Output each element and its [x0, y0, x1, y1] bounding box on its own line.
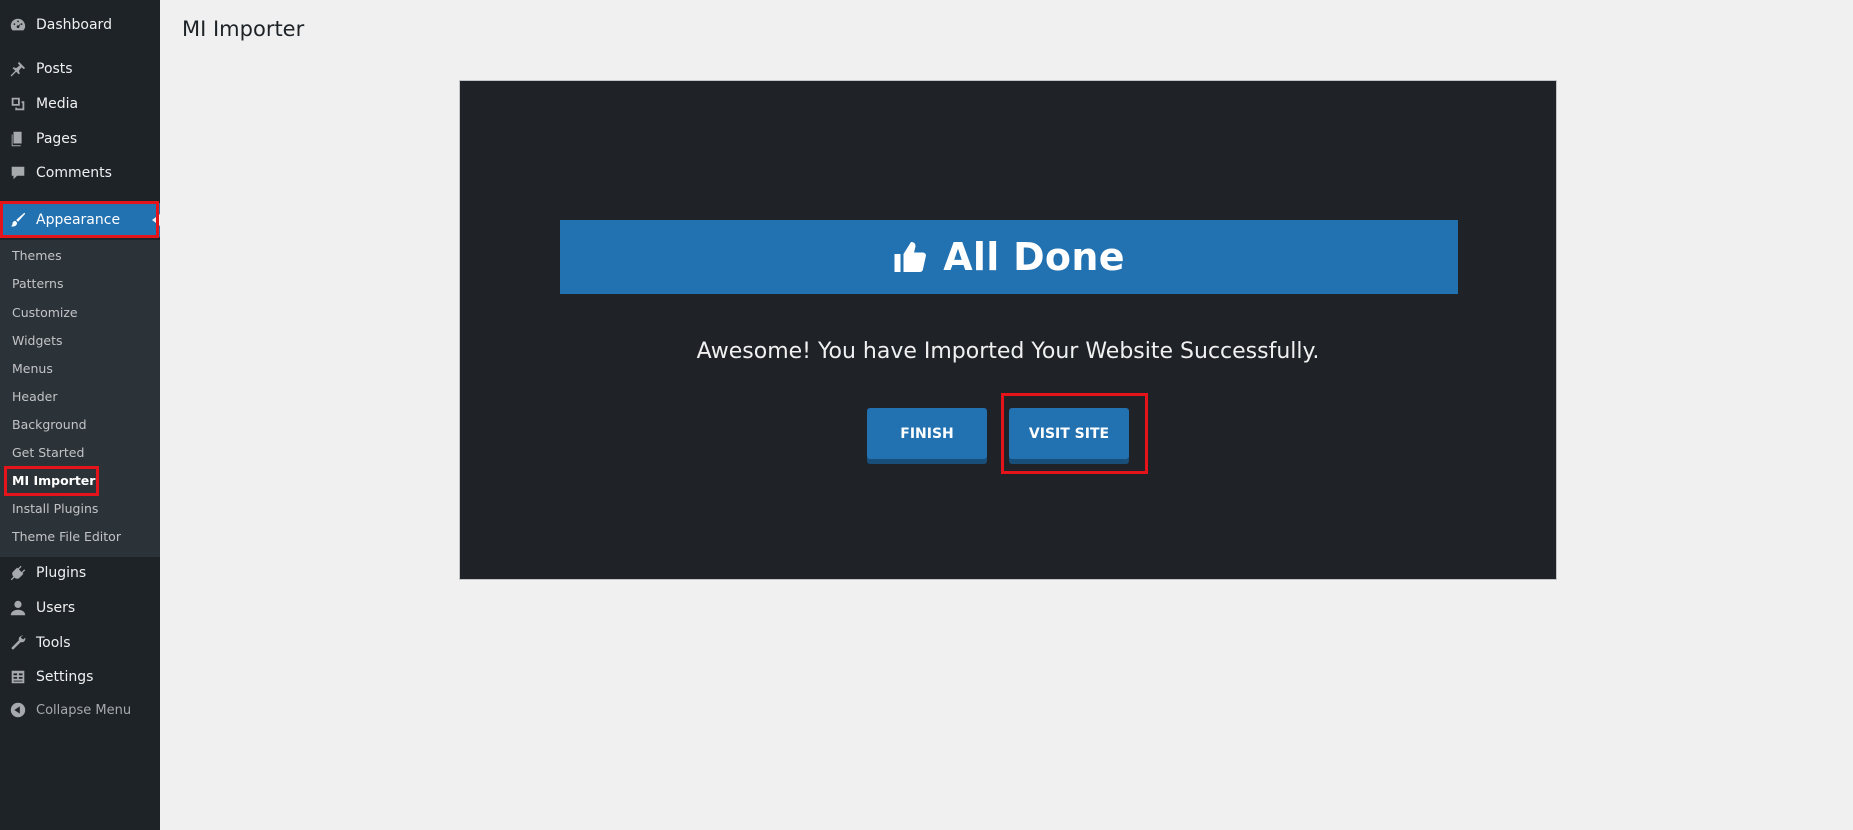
- sidebar-item-dashboard[interactable]: Dashboard: [0, 8, 160, 42]
- all-done-banner: All Done: [560, 220, 1458, 294]
- sidebar-item-label: Tools: [36, 635, 71, 651]
- import-complete-panel: All Done Awesome! You have Imported Your…: [459, 80, 1557, 580]
- admin-sidebar: Dashboard Posts Media Pages Comments App…: [0, 0, 160, 830]
- dashboard-icon: [0, 16, 36, 34]
- media-icon: [0, 95, 36, 113]
- submenu-item-menus[interactable]: Menus: [12, 361, 53, 376]
- collapse-menu-button[interactable]: Collapse Menu: [0, 693, 160, 727]
- banner-title: All Done: [943, 235, 1125, 279]
- submenu-item-widgets[interactable]: Widgets: [12, 333, 63, 348]
- sidebar-item-label: Appearance: [36, 212, 121, 228]
- submenu-item-theme-file-editor[interactable]: Theme File Editor: [12, 529, 121, 544]
- submenu-item-get-started[interactable]: Get Started: [12, 445, 84, 460]
- submenu-item-mi-importer[interactable]: MI Importer: [12, 473, 95, 488]
- sidebar-item-posts[interactable]: Posts: [0, 52, 160, 86]
- sidebar-item-label: Dashboard: [36, 17, 112, 33]
- collapse-icon: [0, 701, 36, 719]
- sidebar-item-appearance[interactable]: Appearance: [0, 203, 160, 237]
- appearance-submenu: Themes Patterns Customize Widgets Menus …: [0, 240, 160, 557]
- sidebar-item-label: Media: [36, 96, 79, 112]
- comment-icon: [0, 164, 36, 182]
- sidebar-item-settings[interactable]: Settings: [0, 660, 160, 694]
- sidebar-item-label: Collapse Menu: [36, 702, 132, 718]
- visit-site-button[interactable]: VISIT SITE: [1009, 408, 1129, 459]
- sidebar-item-label: Posts: [36, 61, 73, 77]
- finish-button[interactable]: FINISH: [867, 408, 987, 459]
- settings-icon: [0, 668, 36, 686]
- sidebar-item-comments[interactable]: Comments: [0, 156, 160, 190]
- sidebar-item-plugins[interactable]: Plugins: [0, 556, 160, 590]
- submenu-item-customize[interactable]: Customize: [12, 305, 78, 320]
- pages-icon: [0, 130, 36, 148]
- thumbs-up-icon: [893, 239, 929, 275]
- sidebar-item-label: Plugins: [36, 565, 87, 581]
- pin-icon: [0, 60, 36, 78]
- submenu-item-background[interactable]: Background: [12, 417, 87, 432]
- success-message: Awesome! You have Imported Your Website …: [696, 339, 1320, 364]
- sidebar-item-label: Settings: [36, 669, 94, 685]
- sidebar-item-media[interactable]: Media: [0, 87, 160, 121]
- submenu-item-patterns[interactable]: Patterns: [12, 276, 63, 291]
- submenu-item-header[interactable]: Header: [12, 389, 58, 404]
- sidebar-item-label: Users: [36, 600, 76, 616]
- submenu-item-themes[interactable]: Themes: [12, 248, 62, 263]
- user-icon: [0, 599, 36, 617]
- plugin-icon: [0, 564, 36, 582]
- sidebar-item-tools[interactable]: Tools: [0, 626, 160, 660]
- sidebar-item-label: Comments: [36, 165, 112, 181]
- sidebar-item-users[interactable]: Users: [0, 591, 160, 625]
- brush-icon: [0, 211, 36, 229]
- submenu-item-install-plugins[interactable]: Install Plugins: [12, 501, 98, 516]
- sidebar-item-pages[interactable]: Pages: [0, 122, 160, 156]
- page-title: MI Importer: [182, 17, 305, 41]
- sidebar-item-label: Pages: [36, 131, 78, 147]
- wrench-icon: [0, 634, 36, 652]
